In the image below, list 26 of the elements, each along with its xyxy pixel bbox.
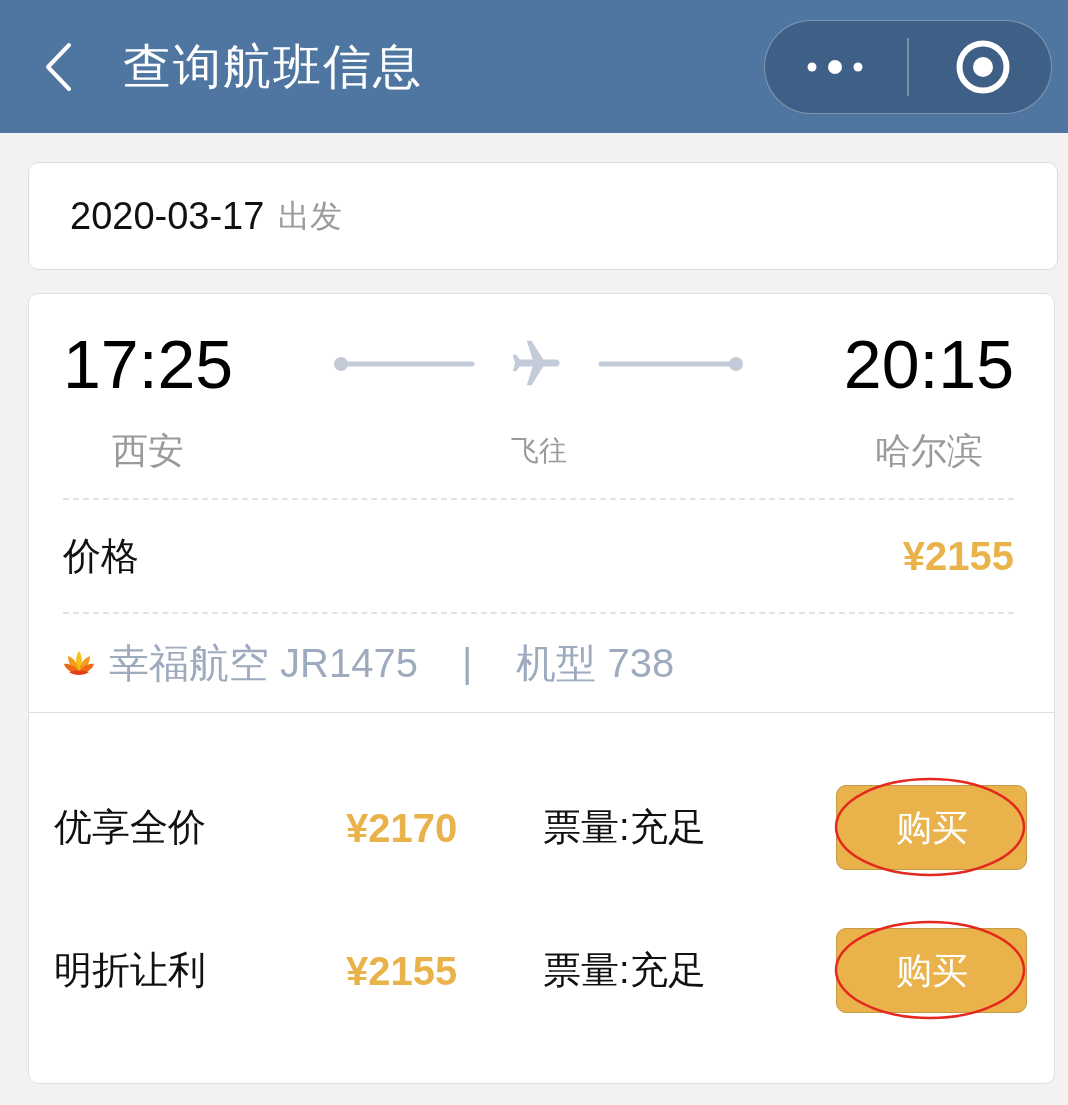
departure-time: 17:25 (63, 325, 234, 404)
separator: | (462, 640, 473, 687)
back-icon[interactable] (44, 41, 72, 92)
arrival-city: 哈尔滨 (874, 430, 983, 472)
fare-price: ¥2170 (346, 804, 459, 852)
page-title: 查询航班信息 (123, 38, 423, 95)
buy-button[interactable]: 购买 (836, 785, 1027, 870)
target-icon[interactable] (956, 39, 1010, 94)
arrival-time: 20:15 (843, 325, 1014, 404)
ticket-availability: 票量:充足 (543, 948, 706, 993)
flower-icon (63, 649, 95, 677)
price-label: 价格 (63, 533, 139, 579)
price-value: ¥2155 (902, 533, 1014, 580)
route-label: 飞往 (510, 434, 567, 468)
departure-city: 西安 (112, 430, 185, 472)
date-text: 2020-03-17 (70, 193, 265, 239)
ticket-availability: 票量:充足 (543, 805, 706, 850)
fare-name: 明折让利 (54, 948, 207, 993)
buy-button[interactable]: 购买 (836, 928, 1027, 1013)
more-icon[interactable] (807, 58, 863, 75)
aircraft-type: 机型 738 (516, 640, 675, 687)
departure-label: 出发 (278, 197, 343, 236)
airline-flight-number: 幸福航空 JR1475 (109, 640, 418, 687)
plane-icon (512, 340, 560, 386)
fare-name: 优享全价 (54, 805, 207, 850)
fare-price: ¥2155 (346, 947, 459, 995)
